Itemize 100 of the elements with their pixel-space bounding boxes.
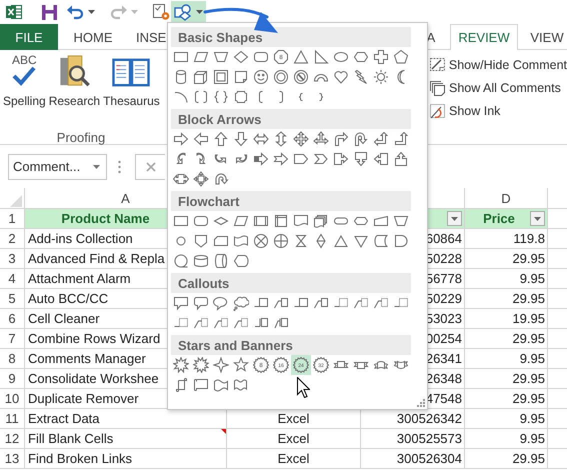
pen-arc-icon xyxy=(429,102,446,118)
ribbon-tab[interactable]: HOME xyxy=(75,24,111,50)
table-cell: Consolidate Workshee xyxy=(28,371,159,386)
show-all-button[interactable]: Show All Comments xyxy=(429,78,567,97)
table-cell: 47548 xyxy=(426,391,462,406)
section-header: Callouts xyxy=(171,273,411,293)
row-number: 8 xyxy=(8,351,16,366)
table-cell: Attachment Alarm xyxy=(28,271,131,286)
table-cell: 29.95 xyxy=(512,391,545,406)
cross-icon[interactable] xyxy=(371,47,391,67)
donut-icon[interactable] xyxy=(271,67,291,87)
row-number: 5 xyxy=(8,291,16,306)
table-cell: 29.95 xyxy=(512,331,545,346)
document-gear-icon[interactable] xyxy=(152,3,170,21)
icon-text: ABC xyxy=(12,54,37,66)
row-number: 12 xyxy=(4,431,20,446)
quad-arrow-callout-icon[interactable] xyxy=(191,169,211,189)
summing-junction-icon[interactable] xyxy=(251,231,271,251)
stacked-comments-icon xyxy=(429,80,446,96)
ink-button[interactable]: Show Ink xyxy=(429,101,567,120)
group-label: Proofing xyxy=(56,130,106,145)
column-header: D xyxy=(501,190,511,206)
column-header: A xyxy=(121,190,130,206)
table-cell: 119.8 xyxy=(513,231,545,246)
resize-grip-icon[interactable] xyxy=(417,399,425,407)
row-number: 6 xyxy=(8,311,16,326)
table-cell: 26341 xyxy=(426,351,462,366)
table-cell: 300526304 xyxy=(396,451,462,466)
table-cell: 9.95 xyxy=(520,411,545,426)
section-header: Stars and Banners xyxy=(171,335,411,355)
header-cell: Product Name xyxy=(61,211,150,226)
row-number: 13 xyxy=(4,451,20,466)
row-number: 11 xyxy=(5,411,19,426)
sun-icon[interactable] xyxy=(371,67,391,87)
row-number: 7 xyxy=(8,331,16,346)
row-number: 1 xyxy=(8,211,16,226)
ribbon-tab[interactable]: FILE xyxy=(0,24,58,50)
research-button[interactable]: Research xyxy=(48,54,100,108)
table-cell: 300526342 xyxy=(396,411,462,426)
row-number: 2 xyxy=(8,231,16,246)
row-number: 9 xyxy=(8,371,16,386)
table-cell: 9.95 xyxy=(520,271,545,286)
caret-icon xyxy=(534,216,541,220)
show-hide-button[interactable]: Show/Hide Comment xyxy=(429,55,567,74)
table-cell: 29.95 xyxy=(512,371,545,386)
spelling-button[interactable]: ABC Spelling xyxy=(3,54,46,108)
caret-icon xyxy=(451,216,458,220)
spreadsheet-logo-icon xyxy=(5,3,23,21)
table-cell: Comments Manager xyxy=(28,351,146,366)
explosion-icon[interactable] xyxy=(171,355,191,375)
explosion-icon[interactable] xyxy=(191,355,211,375)
undo-icon xyxy=(67,4,84,20)
table-cell: Combine Rows Wizard xyxy=(28,331,160,346)
bevel-icon[interactable] xyxy=(211,67,231,87)
table-cell: Excel xyxy=(278,411,310,426)
or-icon[interactable] xyxy=(271,231,291,251)
table-cell: Auto BCC/CC xyxy=(28,291,108,306)
left-up-arrow-icon[interactable] xyxy=(371,129,391,149)
smiley-icon[interactable] xyxy=(251,67,271,87)
caret-icon xyxy=(196,10,203,14)
section-header: Basic Shapes xyxy=(171,27,411,47)
table-cell: 26348 xyxy=(426,371,462,386)
table-cell: Duplicate Remover xyxy=(28,391,139,406)
checkmark-icon xyxy=(12,66,36,86)
table-cell: 29.95 xyxy=(512,251,545,266)
table-cell: 9.95 xyxy=(520,351,545,366)
comment-box-icon xyxy=(429,56,446,72)
filter-button[interactable] xyxy=(447,211,462,226)
table-cell: Excel xyxy=(278,431,310,446)
quad-arrow-icon[interactable] xyxy=(291,129,311,149)
shapes-button[interactable] xyxy=(171,1,206,23)
table-cell: Fill Blank Cells xyxy=(28,431,114,446)
section-header: Block Arrows xyxy=(171,109,411,129)
table-cell: 9.95 xyxy=(520,431,545,446)
row-number: 3 xyxy=(8,251,16,266)
section-header: Flowchart xyxy=(171,191,411,211)
table-cell: 29.95 xyxy=(512,451,545,466)
name-box[interactable]: Comment... xyxy=(8,154,107,180)
no-symbol-icon[interactable] xyxy=(291,67,311,87)
filter-button[interactable] xyxy=(530,211,545,226)
table-cell: Extract Data xyxy=(28,411,100,426)
thesaurus-button[interactable]: Thesaurus xyxy=(103,54,160,108)
table-cell: 19.95 xyxy=(512,311,545,326)
mouse-pointer-icon xyxy=(297,377,310,398)
caret-icon xyxy=(131,10,138,14)
grip-icon xyxy=(118,160,121,174)
ribbon-tab[interactable]: REVIEW xyxy=(450,24,518,50)
table-cell: Advanced Find & Repla xyxy=(28,251,165,266)
table-cell: Add-ins Collection xyxy=(28,231,133,246)
table-cell: 29.95 xyxy=(512,291,545,306)
four-point-star-icon[interactable] xyxy=(211,355,231,375)
table-cell: 300525573 xyxy=(396,431,462,446)
redo-icon xyxy=(110,4,127,20)
ribbon-tab[interactable]: VIEW xyxy=(531,24,563,50)
close-icon xyxy=(146,162,156,172)
caret-icon xyxy=(88,10,95,14)
row-number: 4 xyxy=(8,271,16,286)
table-cell: Find Broken Links xyxy=(28,451,132,466)
table-cell: Cell Cleaner xyxy=(28,311,100,326)
header-cell: Price xyxy=(483,211,515,226)
